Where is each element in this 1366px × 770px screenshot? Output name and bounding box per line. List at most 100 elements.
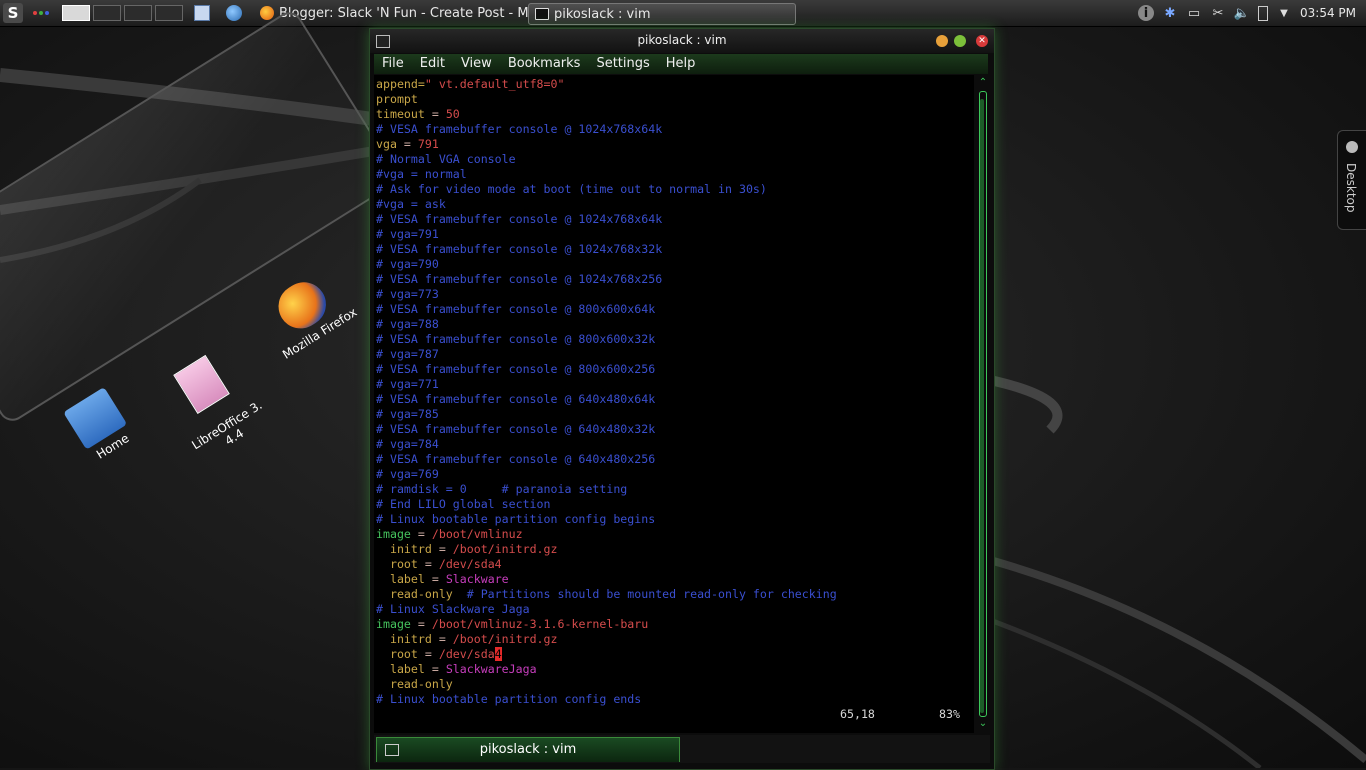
menu-view[interactable]: View — [453, 54, 500, 74]
terminal-scrollbar[interactable]: ⌃ ⌄ — [976, 75, 990, 733]
menu-file[interactable]: File — [374, 54, 412, 74]
scrollbar-thumb[interactable] — [980, 99, 984, 713]
menu-bar: File Edit View Bookmarks Settings Help — [374, 54, 988, 74]
vim-line: label = Slackware — [376, 572, 972, 587]
menu-bookmarks[interactable]: Bookmarks — [500, 54, 589, 74]
vim-line: # VESA framebuffer console @ 1024x768x25… — [376, 272, 972, 287]
desktop-toolbox[interactable]: Desktop — [1337, 130, 1366, 230]
pager-desktop-4[interactable] — [155, 5, 183, 21]
vim-line: vga = 791 — [376, 137, 972, 152]
pager-desktop-1[interactable] — [62, 5, 90, 21]
vim-text: " vt.default_utf8=0" — [424, 77, 565, 91]
pager-desktop-3[interactable] — [124, 5, 152, 21]
terminal-tab[interactable]: pikoslack : vim — [376, 737, 680, 762]
vim-line: # vga=790 — [376, 257, 972, 272]
vim-line: image = /boot/vmlinuz — [376, 527, 972, 542]
vim-text: # vga=773 — [376, 287, 439, 301]
system-tray: i ✱ ▭ ✂ 🔈 ▼ 03:54 PM — [1138, 0, 1356, 26]
vim-text: timeout — [376, 107, 425, 121]
vim-text: vga — [376, 137, 397, 151]
minimize-button[interactable] — [936, 35, 948, 47]
vim-text: prompt — [376, 92, 418, 106]
terminal-icon — [535, 8, 549, 20]
vim-line: # VESA framebuffer console @ 640x480x256 — [376, 452, 972, 467]
cursor-position: 65,18 — [840, 707, 875, 721]
vim-text: root — [376, 557, 418, 571]
menu-settings[interactable]: Settings — [588, 54, 657, 74]
vim-line: # vga=784 — [376, 437, 972, 452]
pager-desktop-2[interactable] — [93, 5, 121, 21]
vim-text: = — [410, 527, 432, 541]
vim-text: #vga = ask — [376, 197, 446, 211]
vim-text: # Linux bootable partition config ends — [376, 692, 642, 706]
network-icon[interactable]: ▭ — [1186, 5, 1202, 21]
vim-text: # VESA framebuffer console @ 640x480x256 — [376, 452, 656, 466]
vim-line: append=" vt.default_utf8=0" — [376, 77, 972, 92]
vim-line: timeout = 50 — [376, 107, 972, 122]
vim-line: read-only # Partitions should be mounted… — [376, 587, 972, 602]
scroll-down-icon[interactable]: ⌄ — [977, 718, 989, 730]
terminal-tab-label: pikoslack : vim — [479, 742, 577, 757]
firefox-icon — [260, 6, 274, 20]
vim-text: /dev/sda4 — [438, 557, 502, 571]
vim-line: # Linux bootable partition config begins — [376, 512, 972, 527]
vim-line: prompt — [376, 92, 972, 107]
close-button[interactable]: ✕ — [976, 35, 988, 47]
vim-text: Slackware — [445, 572, 509, 586]
volume-icon[interactable]: 🔈 — [1234, 5, 1250, 21]
taskbar-item-label: Blogger: Slack 'N Fun - Create Post - M — [279, 5, 528, 21]
top-panel: S Blogger: Slack 'N Fun - Create Post - … — [0, 0, 1366, 27]
vim-text: /boot/initrd.gz — [452, 542, 558, 556]
vim-line: # vga=771 — [376, 377, 972, 392]
scroll-percent: 83% — [939, 707, 960, 721]
info-icon[interactable]: i — [1138, 5, 1154, 21]
maximize-button[interactable] — [954, 35, 966, 47]
vim-text: # vga=790 — [376, 257, 439, 271]
vim-line: label = SlackwareJaga — [376, 662, 972, 677]
vim-line: # VESA framebuffer console @ 800x600x32k — [376, 332, 972, 347]
vim-text: # VESA framebuffer console @ 1024x768x64… — [376, 212, 663, 226]
vim-line: initrd = /boot/initrd.gz — [376, 542, 972, 557]
vim-text: = — [396, 137, 418, 151]
bluetooth-icon[interactable]: ✱ — [1162, 5, 1178, 21]
vim-text: append= — [376, 77, 425, 91]
browser-globe-icon[interactable] — [226, 5, 242, 21]
clock[interactable]: 03:54 PM — [1300, 6, 1356, 20]
vim-line: # vga=787 — [376, 347, 972, 362]
vim-text: = — [431, 542, 453, 556]
vim-line: # Linux bootable partition config ends — [376, 692, 972, 707]
battery-icon[interactable] — [1258, 5, 1268, 21]
taskbar-item-label: pikoslack : vim — [554, 6, 651, 22]
vim-line: # VESA framebuffer console @ 1024x768x64… — [376, 212, 972, 227]
vim-line: # Normal VGA console — [376, 152, 972, 167]
vim-line: # VESA framebuffer console @ 640x480x64k — [376, 392, 972, 407]
vim-text: # VESA framebuffer console @ 640x480x64k — [376, 392, 656, 406]
vim-text: # Linux bootable partition config begins — [376, 512, 656, 526]
vim-text: # VESA framebuffer console @ 640x480x32k — [376, 422, 656, 436]
vim-text: #vga = normal — [376, 167, 467, 181]
activity-dots-icon[interactable] — [33, 0, 49, 26]
vim-line: # VESA framebuffer console @ 800x600x256 — [376, 362, 972, 377]
vim-text: = — [424, 662, 446, 676]
file-manager-icon[interactable] — [194, 5, 210, 21]
vim-line: root = /dev/sda4 — [376, 647, 972, 662]
window-titlebar[interactable]: pikoslack : vim ✕ — [370, 29, 994, 53]
vim-line: image = /boot/vmlinuz-3.1.6-kernel-baru — [376, 617, 972, 632]
taskbar-item-vim[interactable]: pikoslack : vim — [528, 3, 796, 25]
desktop-pager[interactable] — [62, 0, 183, 26]
vim-text: # vga=769 — [376, 467, 439, 481]
vim-line: #vga = normal — [376, 167, 972, 182]
scroll-up-icon[interactable]: ⌃ — [977, 77, 989, 89]
vim-text: # VESA framebuffer console @ 1024x768x32… — [376, 242, 663, 256]
vim-text: = — [417, 647, 439, 661]
kickoff-menu-button[interactable]: S — [3, 3, 23, 23]
klipper-icon[interactable]: ✂ — [1210, 5, 1226, 21]
vim-line: # VESA framebuffer console @ 1024x768x32… — [376, 242, 972, 257]
expand-arrow-icon[interactable]: ▼ — [1276, 5, 1292, 21]
terminal-area[interactable]: append=" vt.default_utf8=0" prompt timeout… — [374, 75, 974, 733]
vim-text: # Linux Slackware Jaga — [376, 602, 530, 616]
menu-help[interactable]: Help — [658, 54, 704, 74]
terminal-tab-bar: pikoslack : vim — [374, 735, 990, 763]
menu-edit[interactable]: Edit — [412, 54, 453, 74]
vim-text: # Ask for video mode at boot (time out t… — [376, 182, 767, 196]
